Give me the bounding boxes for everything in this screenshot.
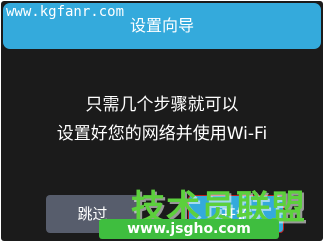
watermark-url-top: www.kgfanr.com bbox=[6, 4, 125, 20]
setup-wizard-screen: 设置向导 www.kgfanr.com 只需几个步骤就可以 设置好您的网络并使用… bbox=[1, 1, 323, 241]
intro-message-line-1: 只需几个步骤就可以 bbox=[85, 95, 239, 115]
watermark-strip: www.jsgho.com bbox=[99, 219, 279, 239]
watermark-url-bottom: www.jsgho.com bbox=[127, 221, 251, 237]
intro-message-line-2: 设置好您的网络并使用Wi-Fi bbox=[56, 124, 268, 144]
